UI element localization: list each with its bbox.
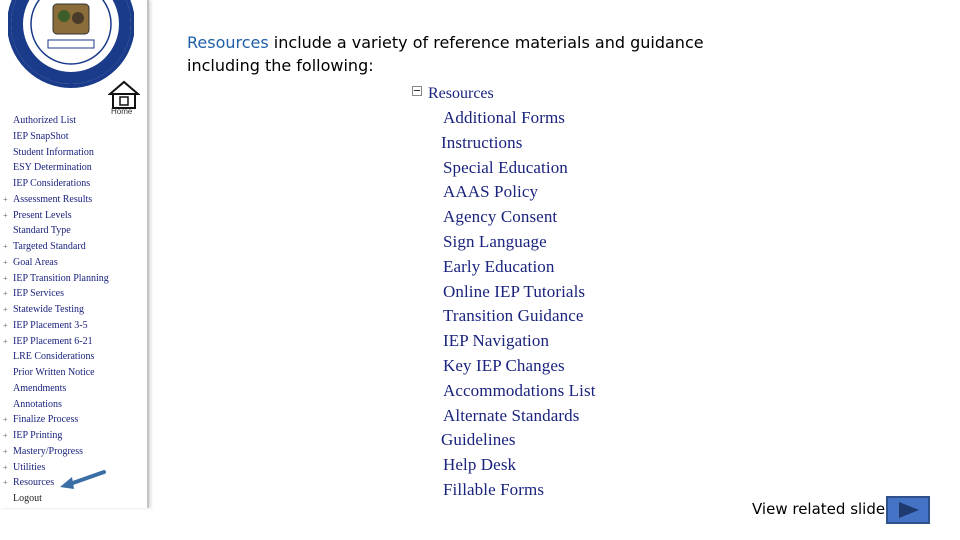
sidebar-item-esy-determination[interactable]: ESY Determination	[0, 160, 109, 176]
expand-icon[interactable]: +	[3, 239, 8, 255]
intro-line2: including the following:	[187, 56, 374, 75]
sidebar-item-label: Resources	[13, 477, 55, 489]
expand-icon[interactable]: +	[3, 444, 8, 460]
sidebar-item-label: Targeted Standard	[13, 241, 86, 252]
sidebar-item-label: Finalize Process	[13, 414, 79, 426]
resource-link-iep-navigation[interactable]: IEP Navigation	[443, 329, 596, 354]
resource-link-special-education[interactable]: Special Education	[443, 156, 596, 181]
resource-link-fillable-forms[interactable]: Fillable Forms	[443, 478, 596, 503]
pointer-arrow-icon	[60, 470, 106, 489]
expand-icon[interactable]: +	[3, 271, 8, 287]
sidebar-item-label: Annotations	[13, 398, 62, 410]
expand-icon[interactable]: +	[3, 286, 8, 302]
resource-link-key-iep-changes[interactable]: Key IEP Changes	[443, 354, 596, 379]
sidebar-item-iep-considerations[interactable]: IEP Considerations	[0, 176, 109, 192]
expand-icon[interactable]: +	[3, 302, 8, 318]
sidebar-item-label: Student Information	[13, 146, 94, 158]
sidebar-item-label: LRE Considerations	[13, 351, 95, 363]
sidebar-item-label: Prior Written Notice	[13, 367, 95, 378]
resource-link-aaas-policy[interactable]: AAAS Policy	[443, 180, 596, 205]
sidebar-item-label: IEP Considerations	[13, 178, 91, 189]
resource-link-accommodations-list[interactable]: Accommodations List	[443, 379, 596, 404]
expand-icon[interactable]: +	[3, 475, 8, 491]
expand-icon[interactable]: +	[3, 208, 8, 224]
resource-link-agency-consent[interactable]: Agency Consent	[443, 205, 596, 230]
resource-link-alternate-standards[interactable]: Alternate Standards	[443, 404, 596, 429]
sidebar-item-student-information[interactable]: Student Information	[0, 145, 109, 161]
expand-icon[interactable]: +	[3, 460, 8, 476]
resources-tree-root[interactable]: Resources	[412, 85, 494, 103]
sidebar-item-label: IEP Printing	[13, 430, 63, 441]
sidebar-item-label: Goal Areas	[13, 256, 58, 268]
resource-link-guidelines[interactable]: Guidelines	[441, 428, 596, 453]
expand-icon[interactable]: +	[3, 318, 8, 334]
sidebar-item-label: Utilities	[13, 461, 46, 473]
sidebar-item-finalize-process[interactable]: + Finalize Process	[0, 412, 109, 428]
next-slide-button[interactable]	[886, 496, 930, 524]
sidebar-item-iep-printing[interactable]: + IEP Printing	[0, 428, 109, 444]
sidebar-item-targeted-standard[interactable]: + Targeted Standard	[0, 239, 109, 255]
view-related-slide-label: View related slide	[752, 500, 886, 518]
sidebar-item-label: ESY Determination	[13, 162, 92, 174]
sidebar-item-annotations[interactable]: Annotations	[0, 397, 109, 413]
resource-link-help-desk[interactable]: Help Desk	[443, 453, 596, 478]
sidebar-item-label: IEP Transition Planning	[13, 272, 109, 284]
sidebar-item-authorized-list[interactable]: Authorized List	[0, 113, 109, 129]
sidebar-item-label: Authorized List	[13, 115, 77, 126]
resources-list: Additional Forms Instructions Special Educ…	[441, 106, 596, 503]
sidebar-item-iep-placement-3-5[interactable]: + IEP Placement 3-5	[0, 318, 109, 334]
sidebar-item-prior-written-notice[interactable]: Prior Written Notice	[0, 365, 109, 381]
sidebar-item-label: Amendments	[13, 382, 67, 394]
resources-root-label[interactable]: Resources	[428, 85, 494, 102]
sidebar-item-assessment-results[interactable]: + Assessment Results	[0, 192, 109, 208]
sidebar-item-goal-areas[interactable]: + Goal Areas	[0, 255, 109, 271]
sidebar-item-mastery-progress[interactable]: + Mastery/Progress	[0, 444, 109, 460]
resource-link-instructions[interactable]: Instructions	[441, 131, 596, 156]
sidebar-item-present-levels[interactable]: + Present Levels	[0, 208, 109, 224]
collapse-icon[interactable]	[412, 86, 422, 96]
sidebar: Home Authorized List IEP SnapShot Student …	[0, 0, 149, 508]
sidebar-item-iep-transition-planning[interactable]: + IEP Transition Planning	[0, 271, 109, 287]
sidebar-item-label: Statewide Testing	[13, 304, 85, 315]
sidebar-item-iep-services[interactable]: + IEP Services	[0, 286, 109, 302]
expand-icon[interactable]: +	[3, 255, 8, 271]
sidebar-item-amendments[interactable]: Amendments	[0, 381, 109, 397]
sidebar-item-statewide-testing[interactable]: + Statewide Testing	[0, 302, 109, 318]
expand-icon[interactable]: +	[3, 428, 8, 444]
resource-link-additional-forms[interactable]: Additional Forms	[443, 106, 596, 131]
sidebar-item-label: Mastery/Progress	[13, 445, 83, 457]
sidebar-item-label: Assessment Results	[13, 193, 93, 205]
expand-icon[interactable]: +	[3, 412, 8, 428]
intro-text: Resources include a variety of reference…	[187, 31, 747, 77]
resource-link-early-education[interactable]: Early Education	[443, 255, 596, 280]
intro-highlight: Resources	[187, 33, 269, 52]
expand-icon[interactable]: +	[3, 334, 8, 350]
resource-link-transition-guidance[interactable]: Transition Guidance	[443, 304, 596, 329]
sidebar-item-logout[interactable]: Logout	[0, 491, 109, 507]
sidebar-item-label: IEP SnapShot	[13, 130, 69, 142]
sidebar-item-label: IEP Placement 3-5	[13, 319, 88, 331]
resource-link-sign-language[interactable]: Sign Language	[443, 230, 596, 255]
sidebar-item-label: Present Levels	[13, 209, 72, 221]
sidebar-nav-list: Authorized List IEP SnapShot Student Infor…	[0, 113, 109, 507]
sidebar-item-label: IEP Placement 6-21	[13, 335, 93, 347]
resource-link-online-iep-tutorials[interactable]: Online IEP Tutorials	[443, 280, 596, 305]
sidebar-item-label: Logout	[13, 493, 42, 504]
intro-line1: include a variety of reference materials…	[268, 33, 704, 52]
sidebar-item-standard-type[interactable]: Standard Type	[0, 223, 109, 239]
sidebar-item-label: Standard Type	[13, 225, 71, 237]
sidebar-item-lre-considerations[interactable]: LRE Considerations	[0, 349, 109, 365]
sidebar-item-label: IEP Services	[13, 288, 65, 300]
sidebar-item-iep-snapshot[interactable]: IEP SnapShot	[0, 129, 109, 145]
expand-icon[interactable]: +	[3, 192, 8, 208]
sidebar-item-iep-placement-6-21[interactable]: + IEP Placement 6-21	[0, 334, 109, 350]
home-label[interactable]: Home	[111, 107, 132, 116]
play-icon	[899, 502, 919, 518]
